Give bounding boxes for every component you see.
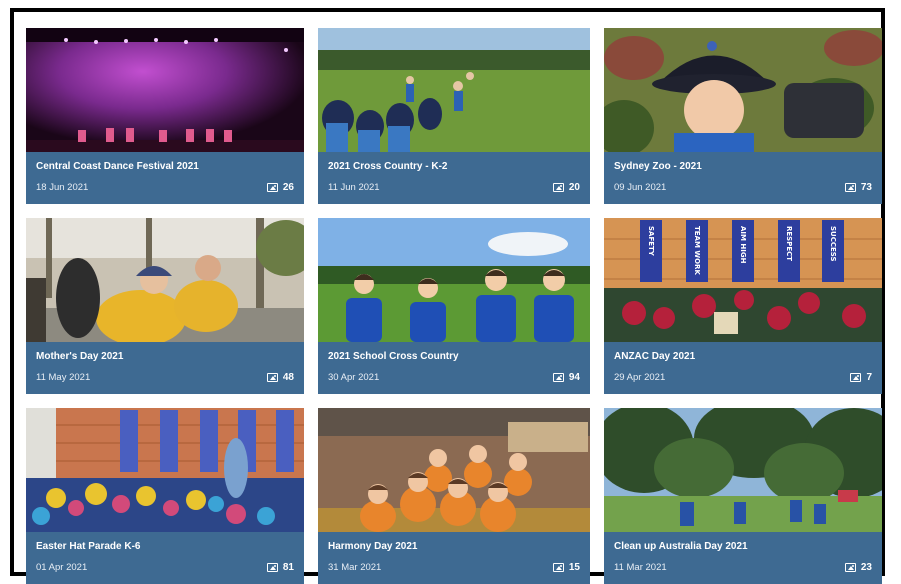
banner-text: TEAM WORK (693, 226, 701, 275)
photo-count: 7 (850, 372, 872, 383)
album-thumbnail[interactable] (26, 408, 304, 532)
album-date: 31 Mar 2021 (328, 562, 382, 573)
photo-icon (850, 373, 862, 382)
album-card[interactable]: 2021 Cross Country - K-2 11 Jun 2021 20 (318, 28, 590, 204)
photo-icon (552, 373, 564, 382)
photo-count: 81 (266, 562, 294, 573)
album-thumbnail[interactable] (604, 28, 882, 152)
photo-count-value: 73 (860, 182, 872, 193)
photo-count: 94 (552, 372, 580, 383)
photo-count: 20 (552, 182, 580, 193)
banner-text: RESPECT (785, 226, 793, 261)
banner-text: SAFETY (647, 226, 655, 257)
photo-count-value: 23 (860, 562, 872, 573)
album-title[interactable]: Central Coast Dance Festival 2021 (36, 161, 199, 172)
photo-icon (844, 563, 856, 572)
album-card[interactable]: Sydney Zoo - 2021 09 Jun 2021 73 (604, 28, 882, 204)
album-card[interactable]: Harmony Day 2021 31 Mar 2021 15 (318, 408, 590, 584)
album-date: 11 May 2021 (36, 372, 91, 383)
album-title[interactable]: Mother's Day 2021 (36, 351, 123, 362)
photo-icon (266, 373, 278, 382)
album-card[interactable]: SAFETY TEAM WORK AIM HIGH RESPECT SUCCES… (604, 218, 882, 394)
album-title[interactable]: ANZAC Day 2021 (614, 351, 695, 362)
album-thumbnail[interactable] (604, 408, 882, 532)
album-info: Central Coast Dance Festival 2021 18 Jun… (26, 152, 304, 204)
photo-count: 23 (844, 562, 872, 573)
photo-icon (266, 183, 278, 192)
album-date: 29 Apr 2021 (614, 372, 666, 383)
photo-icon (552, 563, 564, 572)
album-date: 09 Jun 2021 (614, 182, 667, 193)
banner-text: AIM HIGH (739, 226, 747, 264)
album-card[interactable]: Clean up Australia Day 2021 11 Mar 2021 … (604, 408, 882, 584)
album-thumbnail[interactable]: SAFETY TEAM WORK AIM HIGH RESPECT SUCCES… (604, 218, 882, 342)
album-date: 30 Apr 2021 (328, 372, 380, 383)
album-title[interactable]: Easter Hat Parade K-6 (36, 541, 141, 552)
album-thumbnail[interactable] (318, 28, 590, 152)
album-info: Clean up Australia Day 2021 11 Mar 2021 … (604, 532, 882, 584)
album-title[interactable]: 2021 School Cross Country (328, 351, 459, 362)
album-thumbnail[interactable] (26, 218, 304, 342)
album-card[interactable]: Mother's Day 2021 11 May 2021 48 (26, 218, 304, 394)
photo-count-value: 20 (568, 182, 580, 193)
gallery-frame: Central Coast Dance Festival 2021 18 Jun… (10, 8, 885, 584)
album-title[interactable]: 2021 Cross Country - K-2 (328, 161, 447, 172)
album-card[interactable]: 2021 School Cross Country 30 Apr 2021 94 (318, 218, 590, 394)
album-info: 2021 School Cross Country 30 Apr 2021 94 (318, 342, 590, 394)
album-info: Sydney Zoo - 2021 09 Jun 2021 73 (604, 152, 882, 204)
album-date: 01 Apr 2021 (36, 562, 88, 573)
album-card[interactable]: Central Coast Dance Festival 2021 18 Jun… (26, 28, 304, 204)
album-title[interactable]: Clean up Australia Day 2021 (614, 541, 748, 552)
album-title[interactable]: Sydney Zoo - 2021 (614, 161, 702, 172)
album-date: 11 Jun 2021 (328, 182, 380, 193)
album-thumbnail[interactable] (318, 408, 590, 532)
album-info: ANZAC Day 2021 29 Apr 2021 7 (604, 342, 882, 394)
photo-count-value: 81 (282, 562, 294, 573)
album-info: Easter Hat Parade K-6 01 Apr 2021 81 (26, 532, 304, 584)
photo-icon (552, 183, 564, 192)
photo-count-value: 94 (568, 372, 580, 383)
photo-count-value: 7 (866, 372, 872, 383)
album-info: 2021 Cross Country - K-2 11 Jun 2021 20 (318, 152, 590, 204)
photo-icon (266, 563, 278, 572)
album-thumbnail[interactable] (26, 28, 304, 152)
photo-count: 15 (552, 562, 580, 573)
album-thumbnail[interactable] (318, 218, 590, 342)
album-date: 11 Mar 2021 (614, 562, 667, 573)
photo-count: 26 (266, 182, 294, 193)
photo-count: 48 (266, 372, 294, 383)
album-title[interactable]: Harmony Day 2021 (328, 541, 418, 552)
photo-count-value: 48 (282, 372, 294, 383)
album-date: 18 Jun 2021 (36, 182, 89, 193)
album-card[interactable]: Easter Hat Parade K-6 01 Apr 2021 81 (26, 408, 304, 584)
album-info: Mother's Day 2021 11 May 2021 48 (26, 342, 304, 394)
photo-count-value: 26 (282, 182, 294, 193)
banner-text: SUCCESS (829, 226, 837, 262)
album-info: Harmony Day 2021 31 Mar 2021 15 (318, 532, 590, 584)
photo-count-value: 15 (568, 562, 580, 573)
album-grid: Central Coast Dance Festival 2021 18 Jun… (26, 28, 882, 584)
photo-icon (844, 183, 856, 192)
photo-count: 73 (844, 182, 872, 193)
